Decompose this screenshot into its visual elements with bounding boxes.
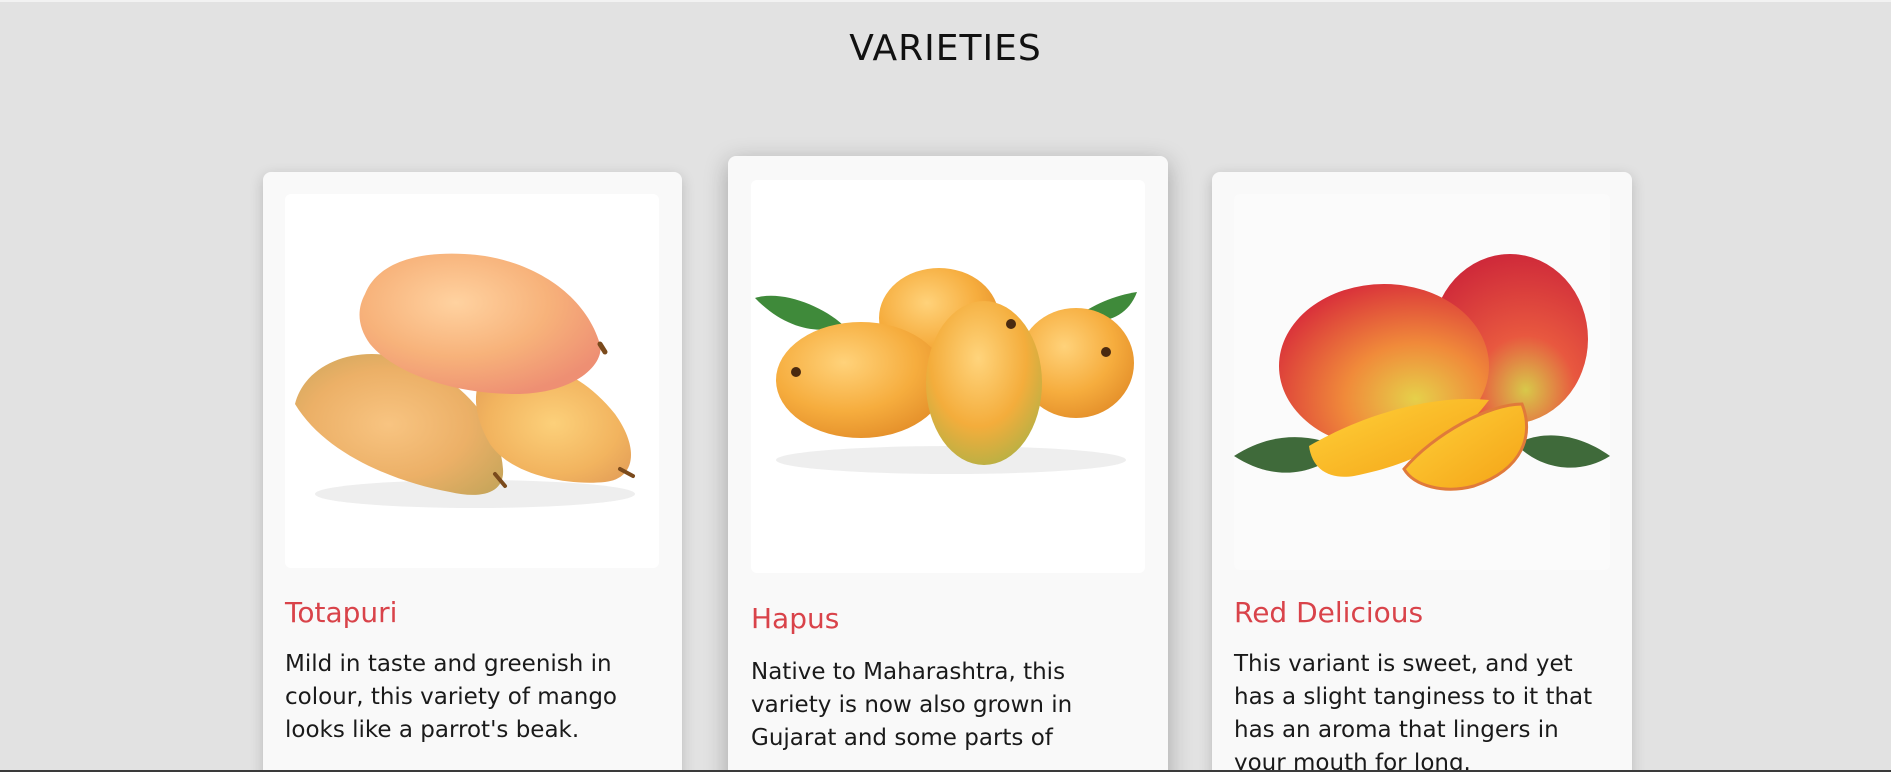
top-divider <box>0 0 1891 2</box>
section-title: VARIETIES <box>849 28 1042 69</box>
red-delicious-mango-image <box>1234 194 1610 570</box>
totapuri-mango-image <box>285 194 659 568</box>
variety-description: Mild in taste and greenish in colour, th… <box>285 651 617 743</box>
variety-name: Totapuri <box>285 596 398 629</box>
variety-name: Red Delicious <box>1234 596 1424 629</box>
variety-description: This variant is sweet, and yet has a sli… <box>1234 651 1593 772</box>
varieties-page: VARIETIES Totapuri Mild in taste and gre… <box>0 0 1891 772</box>
variety-card-totapuri[interactable]: Totapuri Mild in taste and greenish in c… <box>263 172 682 772</box>
variety-card-hapus[interactable]: Hapus Native to Maharashtra, this variet… <box>728 156 1168 772</box>
variety-name: Hapus <box>751 602 840 635</box>
hapus-mango-image <box>751 180 1145 573</box>
variety-description: Native to Maharashtra, this variety is n… <box>751 659 1073 751</box>
variety-card-red-delicious[interactable]: Red Delicious This variant is sweet, and… <box>1212 172 1632 772</box>
